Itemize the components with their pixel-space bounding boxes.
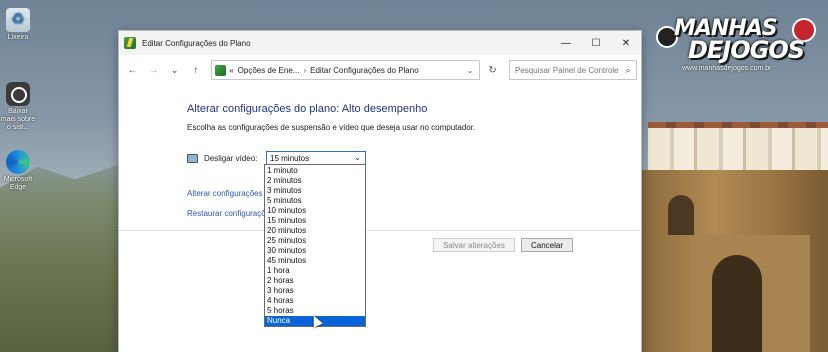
option-item[interactable]: 25 minutos [265,236,365,246]
logo-url: www.manhasdejogos.com.br [682,65,772,72]
page-title: Alterar configurações do plano: Alto des… [187,103,428,115]
option-item[interactable]: 2 horas [265,276,365,286]
up-arrow-icon[interactable]: ↑ [186,60,205,80]
option-item[interactable]: 5 minutos [265,196,365,206]
option-item[interactable]: 1 hora [265,266,365,276]
desktop-icon-recycle-bin[interactable]: Lixeira [0,8,36,42]
edge-icon [6,150,30,174]
recent-locations-chevron-icon[interactable]: ⌄ [165,60,184,80]
option-item[interactable]: 3 horas [265,286,365,296]
control-panel-icon [215,64,227,76]
display-off-select[interactable]: 15 minutos ⌄ [266,151,366,165]
desktop-icon-edge[interactable]: Microsoft Edge [0,150,36,192]
search-box[interactable]: ⌕ [509,60,637,80]
desktop-icon-settings[interactable]: Baixar mais sobre o sist... [0,82,36,132]
page-subtitle: Escolha as configurações de suspensão e … [187,123,476,132]
option-item[interactable]: 20 minutos [265,226,365,236]
display-off-value: 15 minutos [270,153,310,163]
main-content: Alterar configurações do plano: Alto des… [119,85,641,352]
minimize-button[interactable]: — [551,31,581,55]
option-item[interactable]: 15 minutos [265,216,365,226]
restore-defaults-link[interactable]: Restaurar configuraçõ [187,209,266,218]
refresh-icon[interactable]: ↻ [482,65,503,76]
settings-app-icon [6,82,30,106]
window-title: Editar Configurações do Plano [142,38,251,48]
address-bar[interactable]: « Opções de Ene... › Editar Configuraçõe… [211,60,481,80]
divider [119,230,641,231]
search-icon[interactable]: ⌕ [620,65,636,76]
maximize-button[interactable]: ☐ [581,31,611,55]
desktop-icon-label: Baixar mais sobre o sist... [0,108,36,131]
site-logo: MANHAS DEJOGOS www.manhasdejogos.com.br [656,14,816,76]
address-dropdown-icon[interactable]: ⌄ [461,66,479,75]
edit-plan-window: Editar Configurações do Plano — ☐ ✕ ← → … [118,30,642,352]
search-input[interactable] [515,65,620,75]
option-item[interactable]: 4 horas [265,296,365,306]
recycle-bin-icon [6,8,30,32]
forward-arrow-icon[interactable]: → [144,60,163,80]
breadcrumb-edit-plan[interactable]: Editar Configurações do Plano [310,66,461,75]
close-button[interactable]: ✕ [611,31,641,55]
wallpaper-bridge-arch [712,255,762,352]
title-bar[interactable]: Editar Configurações do Plano — ☐ ✕ [119,31,641,55]
wallpaper-arch [668,195,694,235]
control-panel-icon [124,37,136,49]
display-off-options-list: 1 minuto 2 minutos 3 minutos 5 minutos 1… [264,164,366,327]
chevron-right-icon: › [303,65,307,75]
breadcrumb-power-options[interactable]: Opções de Ene... [238,66,300,75]
option-item[interactable]: 10 minutos [265,206,365,216]
cancel-button[interactable]: Cancelar [521,238,573,252]
save-changes-button[interactable]: Salvar alterações [433,238,515,252]
option-item[interactable]: 30 minutos [265,246,365,256]
desktop-icon-label: Microsoft Edge [3,176,33,191]
back-arrow-icon[interactable]: ← [123,60,142,80]
desktop-icon-label: Lixeira [7,34,29,41]
chevron-down-icon: ⌄ [354,153,361,162]
display-off-label: Desligar vídeo: [204,153,258,163]
breadcrumb-overflow[interactable]: « [229,66,233,75]
option-item[interactable]: 45 minutos [265,256,365,266]
display-off-setting: Desligar vídeo: 15 minutos ⌄ [187,151,366,165]
monitor-icon [187,153,198,163]
navigation-bar: ← → ⌄ ↑ « Opções de Ene... › Editar Conf… [119,55,641,85]
logo-line2: DEJOGOS [688,36,805,64]
option-item[interactable]: 2 minutos [265,176,365,186]
option-item[interactable]: 1 minuto [265,166,365,176]
advanced-settings-link[interactable]: Alterar configurações [187,189,263,198]
option-item[interactable]: 3 minutos [265,186,365,196]
